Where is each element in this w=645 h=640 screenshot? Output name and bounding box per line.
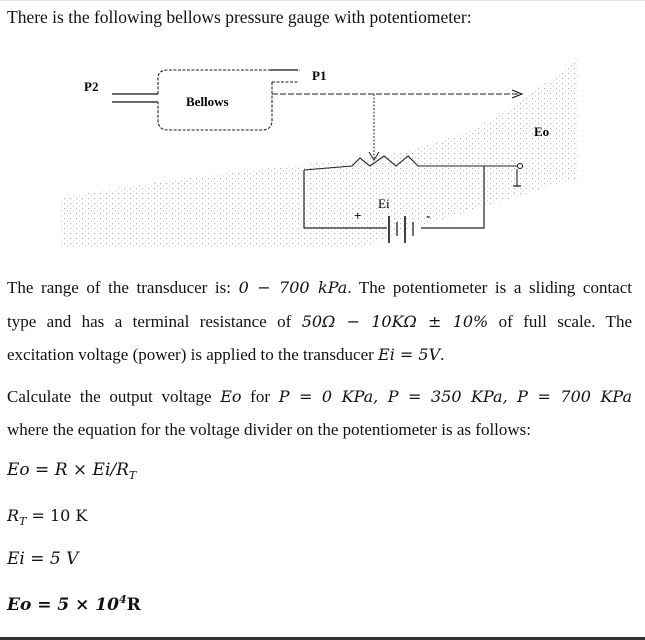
ei-label: Ei [378,196,390,211]
resistance-line: type and has a terminal resistance of 50… [7,312,632,331]
excitation-line: excitation voltage (power) is applied to… [7,345,445,364]
equation-result: Eo = 5 × 104R [7,593,141,615]
divider-line: where the equation for the voltage divid… [7,420,532,439]
p1-label: P1 [312,68,326,83]
intro-text: There is the following bellows pressure … [7,7,472,27]
equation-rt: RT = 10 K [7,506,88,528]
bellows-label: Bellows [186,94,229,109]
minus-sign: - [426,208,430,223]
scan-noise [60,58,580,248]
plus-sign: + [354,208,361,223]
range-line: The range of the transducer is: 0 − 700 … [7,278,632,297]
top-border [0,0,645,1]
bellows-body [157,69,300,131]
calculate-line: Calculate the output voltage Eo for P = … [7,387,632,406]
equation-eo: Eo = R × Ei/RT [7,460,137,482]
eo-label: Eo [534,124,549,139]
bellows-gauge-diagram: P2 Bellows P1 Eo Ei + - [60,58,580,248]
p2-label: P2 [84,79,98,94]
equation-ei: Ei = 5 V [7,549,79,569]
